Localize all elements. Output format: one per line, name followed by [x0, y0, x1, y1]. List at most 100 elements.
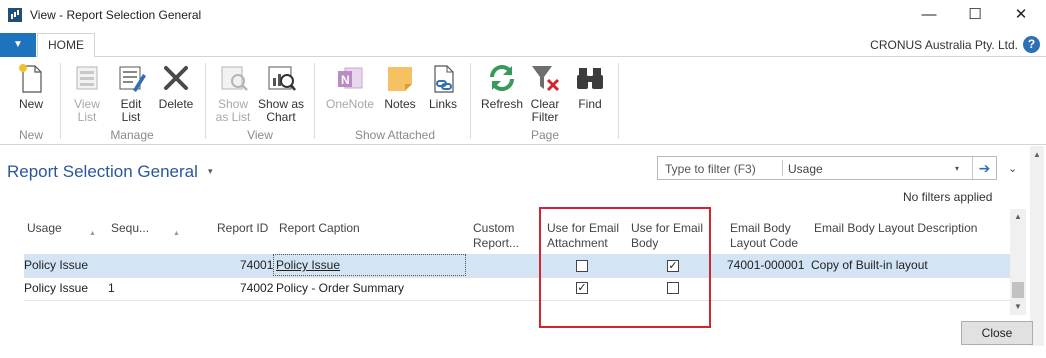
title-bar: View - Report Selection General — ☐ ✕: [0, 0, 1046, 31]
links-label: Links: [428, 97, 457, 111]
app-icon: [8, 8, 22, 22]
column-header-custom-report[interactable]: Custom Report...: [473, 221, 519, 251]
ribbon-separator: [314, 63, 315, 139]
refresh-icon: [486, 62, 518, 94]
column-header-email-body-layout-code[interactable]: Email Body Layout Code: [730, 221, 798, 251]
column-header-layout-code-line1: Email Body: [730, 221, 791, 235]
view-list-icon: [71, 62, 103, 94]
show-as-chart-icon: [265, 62, 297, 94]
grid-scrollbar[interactable]: ▲ ▼: [1010, 209, 1026, 315]
table-row[interactable]: Policy Issue 1 74002 Policy - Order Summ…: [24, 277, 1010, 300]
cell-report-caption[interactable]: Policy - Order Summary: [276, 281, 404, 295]
close-window-button[interactable]: ✕: [998, 2, 1044, 28]
ribbon-separator: [60, 63, 61, 139]
cell-report-id: 74002: [240, 281, 274, 295]
column-header-custom-report-line2: Report...: [473, 236, 520, 250]
chevron-down-icon[interactable]: ▾: [955, 164, 959, 173]
binoculars-icon: [574, 62, 606, 94]
scroll-thumb[interactable]: [1012, 282, 1024, 298]
group-label-new: New: [18, 128, 43, 142]
view-list-button[interactable]: View List: [68, 62, 106, 124]
scroll-down-icon[interactable]: ▼: [1010, 302, 1026, 311]
sort-arrow-icon[interactable]: ▲: [173, 230, 180, 237]
ribbon-separator: [470, 63, 471, 139]
tab-home[interactable]: HOME: [37, 33, 95, 58]
group-label-show-attached: Show Attached: [354, 128, 436, 142]
delete-button[interactable]: Delete: [156, 62, 196, 111]
column-header-layout-code-line2: Layout Code: [730, 236, 799, 250]
row-divider: [24, 300, 1010, 301]
cell-sequence: 1: [108, 281, 115, 295]
application-menu-button[interactable]: ▼: [0, 33, 36, 57]
scroll-up-icon[interactable]: ▲: [1030, 150, 1044, 159]
page-title[interactable]: Report Selection General: [7, 162, 198, 182]
clear-filter-icon: [529, 62, 561, 94]
column-header-sequence[interactable]: Sequ...: [111, 221, 149, 236]
notes-icon: [384, 62, 416, 94]
delete-x-icon: [160, 62, 192, 94]
notes-button[interactable]: Notes: [382, 62, 418, 111]
cell-report-caption-link[interactable]: Policy Issue: [276, 258, 340, 272]
highlight-box: [539, 207, 711, 328]
clear-filter-label-2: Filter: [531, 110, 559, 124]
show-as-chart-button[interactable]: Show as Chart: [257, 62, 305, 124]
cell-usage: Policy Issue: [24, 258, 89, 272]
refresh-label: Refresh: [480, 97, 524, 111]
show-as-list-button[interactable]: Show as List: [212, 62, 254, 124]
onenote-icon: N: [334, 62, 366, 94]
page-title-dropdown-icon[interactable]: ▾: [208, 166, 213, 177]
page-scrollbar[interactable]: ▲: [1030, 146, 1044, 346]
show-as-chart-label-2: Chart: [266, 110, 296, 124]
filter-field-select[interactable]: Usage: [788, 162, 823, 176]
notes-label: Notes: [384, 97, 416, 111]
table-row[interactable]: Policy Issue 74001 Policy Issue ✓ 74001-…: [24, 254, 1010, 277]
help-icon[interactable]: ?: [1023, 36, 1040, 53]
window-title: View - Report Selection General: [30, 8, 202, 22]
filter-status: No filters applied: [903, 190, 993, 204]
onenote-label: OneNote: [325, 97, 375, 111]
filter-input[interactable]: Type to filter (F3): [665, 162, 756, 176]
edit-list-label-2: List: [121, 110, 141, 124]
sort-arrow-icon[interactable]: ▲: [89, 230, 96, 237]
column-header-usage[interactable]: Usage: [27, 221, 62, 236]
view-list-label-2: List: [77, 110, 97, 124]
new-button[interactable]: New: [12, 62, 50, 111]
find-button[interactable]: Find: [573, 62, 607, 111]
close-button[interactable]: Close: [961, 321, 1033, 345]
links-button[interactable]: Links: [425, 62, 461, 111]
column-header-custom-report-line1: Custom: [473, 221, 515, 235]
maximize-button[interactable]: ☐: [952, 2, 998, 28]
refresh-button[interactable]: Refresh: [479, 62, 525, 111]
cell-email-body-layout-description: Copy of Built-in layout: [811, 258, 928, 272]
show-as-list-label-2: as List: [215, 110, 251, 124]
ribbon-separator: [205, 63, 206, 139]
column-header-report-caption[interactable]: Report Caption: [279, 221, 360, 236]
column-header-email-body-layout-description[interactable]: Email Body Layout Description: [814, 221, 977, 236]
cell-report-id: 74001: [240, 258, 274, 272]
group-label-page: Page: [530, 128, 560, 142]
column-header-report-id[interactable]: Report ID: [217, 221, 268, 236]
clear-filter-button[interactable]: Clear Filter: [528, 62, 562, 124]
ribbon-separator: [618, 63, 619, 139]
apply-filter-arrow-icon[interactable]: ➔: [972, 157, 996, 179]
edit-list-icon: [115, 62, 147, 94]
new-document-icon: [15, 62, 47, 94]
minimize-button[interactable]: —: [906, 2, 952, 28]
svg-text:N: N: [341, 73, 350, 87]
scroll-up-icon[interactable]: ▲: [1010, 212, 1026, 221]
filter-box: Type to filter (F3) Usage ▾ ➔: [657, 156, 997, 180]
collapse-chevron-icon[interactable]: ⌄: [1008, 162, 1017, 175]
onenote-button[interactable]: N OneNote: [322, 62, 378, 111]
delete-label: Delete: [158, 97, 194, 111]
edit-list-button[interactable]: Edit List: [112, 62, 150, 124]
new-label: New: [18, 97, 43, 111]
ribbon: New New View List Edit List Delete Manag…: [0, 57, 1046, 145]
ribbon-tab-row: ▼ HOME CRONUS Australia Pty. Ltd. ?: [0, 31, 1046, 58]
group-label-manage: Manage: [110, 128, 154, 142]
filter-divider: [782, 160, 783, 176]
company-name: CRONUS Australia Pty. Ltd.: [870, 38, 1018, 52]
find-label: Find: [578, 97, 602, 111]
cell-email-body-layout-code: 74001-000001: [727, 258, 805, 272]
cell-usage: Policy Issue: [24, 281, 89, 295]
show-as-list-icon: [217, 62, 249, 94]
